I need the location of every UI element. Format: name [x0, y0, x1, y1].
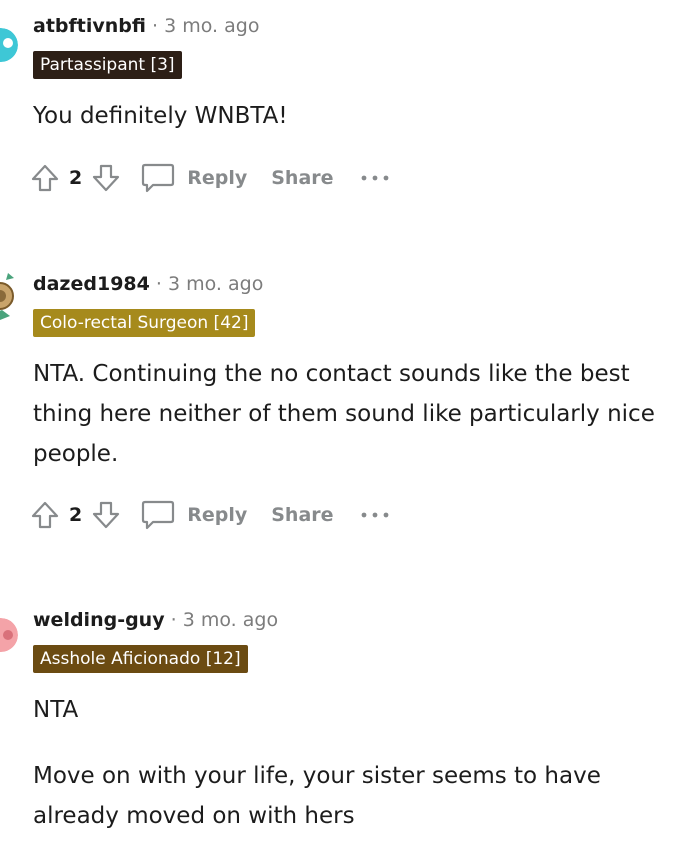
timestamp[interactable]: 3 mo. ago — [164, 15, 259, 37]
reply-button[interactable]: Reply — [141, 162, 247, 194]
comment-paragraph: You definitely WNBTA! — [33, 103, 288, 129]
comment-paragraph: NTA — [33, 697, 79, 723]
comment-meta: dazed1984 · 3 mo. ago — [33, 272, 263, 296]
comment-meta: welding-guy · 3 mo. ago — [33, 608, 278, 632]
comment-body: You definitely WNBTA! — [33, 96, 693, 136]
downvote-icon[interactable] — [91, 500, 121, 530]
upvote-icon[interactable] — [30, 163, 60, 193]
reply-label: Reply — [187, 504, 248, 526]
user-flair: Asshole Aficionado [12] — [33, 645, 248, 673]
meta-separator: · — [170, 609, 177, 631]
username[interactable]: welding-guy — [33, 609, 165, 631]
timestamp[interactable]: 3 mo. ago — [168, 273, 263, 295]
upvote-icon[interactable] — [30, 500, 60, 530]
username[interactable]: dazed1984 — [33, 273, 150, 295]
comment-actions: 2 Reply Share — [30, 158, 390, 198]
user-flair: Colo-rectal Surgeon [42] — [33, 309, 256, 337]
comment-actions: 2 Reply Share — [30, 495, 390, 535]
share-button[interactable]: Share — [271, 504, 333, 526]
vote-count: 2 — [69, 504, 83, 526]
user-flair: Partassipant [3] — [33, 51, 182, 79]
meta-separator: · — [152, 15, 159, 37]
comment-meta: atbftivnbfi · 3 mo. ago — [33, 14, 259, 38]
more-options-icon[interactable] — [360, 173, 390, 183]
comment-body: NTA. Continuing the no contact sounds li… — [33, 354, 693, 474]
more-options-icon[interactable] — [360, 510, 390, 520]
comment-body: NTA Move on with your life, your sister … — [33, 690, 693, 836]
avatar[interactable] — [0, 618, 18, 652]
username[interactable]: atbftivnbfi — [33, 15, 146, 37]
meta-separator: · — [155, 273, 162, 295]
timestamp[interactable]: 3 mo. ago — [183, 609, 278, 631]
downvote-icon[interactable] — [91, 163, 121, 193]
vote-count: 2 — [69, 167, 83, 189]
comment-paragraph: Move on with your life, your sister seem… — [33, 763, 601, 829]
reply-button[interactable]: Reply — [141, 499, 247, 531]
avatar[interactable] — [0, 270, 18, 322]
comment-paragraph: NTA. Continuing the no contact sounds li… — [33, 361, 655, 467]
comment-bubble-icon — [141, 162, 175, 194]
share-button[interactable]: Share — [271, 167, 333, 189]
comment-bubble-icon — [141, 499, 175, 531]
avatar[interactable] — [0, 28, 18, 62]
reply-label: Reply — [187, 167, 248, 189]
